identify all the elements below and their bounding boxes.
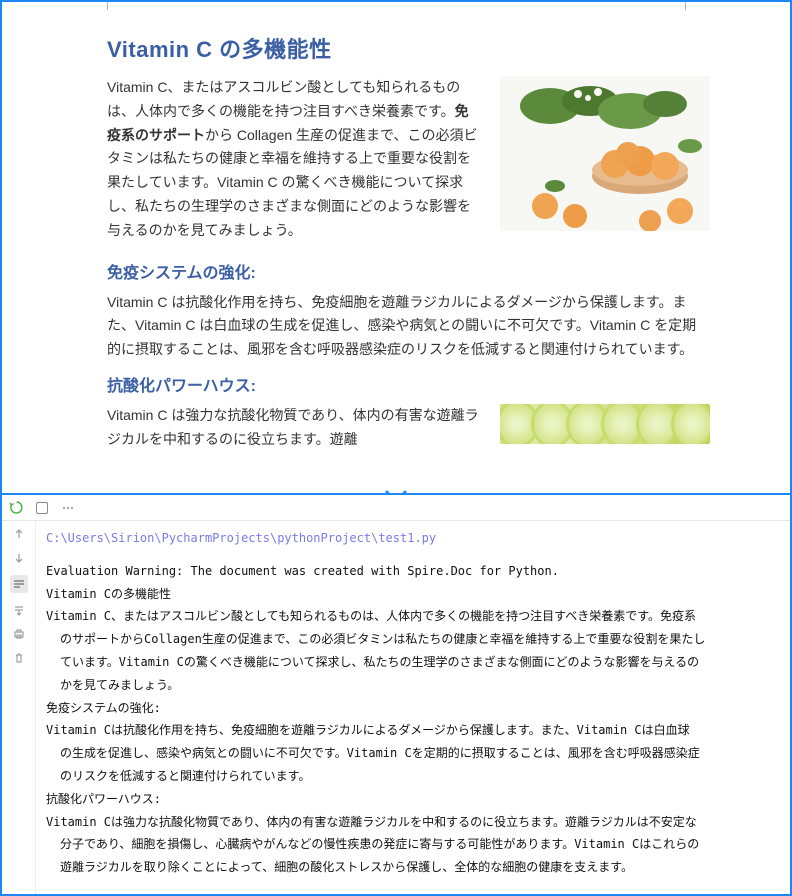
console-line: のリスクを低減すると関連付けられています。	[46, 765, 780, 788]
paragraph-antioxidant: Vitamin C は強力な抗酸化物質であり、体内の有害な遊離ラジカルを中和する…	[107, 404, 482, 452]
intro-text-1: Vitamin C、またはアスコルビン酸としても知られるものは、人体内で多くの機…	[107, 79, 460, 119]
console-toolbar	[2, 495, 790, 521]
console-line: 免疫システムの強化:	[46, 697, 780, 720]
console-line: Vitamin Cは強力な抗酸化物質であり、体内の有害な遊離ラジカルを中和するの…	[46, 811, 780, 834]
console-line: ています。Vitamin Cの驚くべき機能について探求し、私たちの生理学のさまざ…	[46, 651, 780, 674]
rerun-button[interactable]	[8, 500, 24, 516]
step-down-icon[interactable]	[12, 551, 26, 565]
stop-button[interactable]	[34, 500, 50, 516]
document-preview-panel: Vitamin C の多機能性 Vitamin C、またはアスコルビン酸としても…	[2, 2, 790, 495]
section-antioxidant: Vitamin C は強力な抗酸化物質であり、体内の有害な遊離ラジカルを中和する…	[107, 404, 710, 452]
soft-wrap-icon[interactable]	[10, 575, 28, 593]
console-panel: C:\Users\Sirion\PycharmProjects\pythonPr…	[2, 495, 790, 894]
panel-resize-handle[interactable]	[384, 489, 408, 495]
section-intro: Vitamin C、またはアスコルビン酸としても知られるものは、人体内で多くの機…	[107, 76, 710, 243]
console-line: 遊離ラジカルを取り除くことによって、細胞の酸化ストレスから保護し、全体的な細胞の…	[46, 856, 780, 879]
script-path: C:\Users\Sirion\PycharmProjects\pythonPr…	[46, 527, 780, 550]
citrus-image	[500, 404, 710, 444]
more-actions-button[interactable]	[60, 500, 76, 516]
console-line: Vitamin C、またはアスコルビン酸としても知られるものは、人体内で多くの機…	[46, 605, 780, 628]
console-gutter	[2, 521, 36, 894]
intro-text-2: から Collagen 生産の促進まで、この必須ビタミンは私たちの健康と幸福を維…	[107, 127, 477, 238]
console-output[interactable]: C:\Users\Sirion\PycharmProjects\pythonPr…	[36, 521, 790, 894]
console-body: C:\Users\Sirion\PycharmProjects\pythonPr…	[2, 521, 790, 894]
console-line: Vitamin Cは抗酸化作用を持ち、免疫細胞を遊離ラジカルによるダメージから保…	[46, 719, 780, 742]
page-margin-marker-right	[685, 2, 686, 10]
console-line: Evaluation Warning: The document was cre…	[46, 560, 780, 583]
page-margin-marker-left	[107, 2, 108, 10]
document-page: Vitamin C の多機能性 Vitamin C、またはアスコルビン酸としても…	[2, 2, 790, 478]
document-title: Vitamin C の多機能性	[107, 32, 710, 64]
step-up-icon[interactable]	[12, 527, 26, 541]
paragraph-immune: Vitamin C は抗酸化作用を持ち、免疫細胞を遊離ラジカルによるダメージから…	[107, 291, 710, 362]
print-icon[interactable]	[12, 627, 26, 641]
trash-icon[interactable]	[12, 651, 26, 665]
heading-antioxidant: 抗酸化パワーハウス:	[107, 372, 710, 396]
heading-immune: 免疫システムの強化:	[107, 259, 710, 283]
console-line: かを見てみましょう。	[46, 674, 780, 697]
fruit-illustration	[500, 76, 710, 231]
console-line: の生成を促進し、感染や病気との闘いに不可欠です。Vitamin Cを定期的に摂取…	[46, 742, 780, 765]
scroll-to-end-icon[interactable]	[12, 603, 26, 617]
console-line: Vitamin Cの多機能性	[46, 583, 780, 606]
console-line: 分子であり、細胞を損傷し、心臓病やがんなどの慢性疾患の発症に寄与する可能性があり…	[46, 833, 780, 856]
fruit-image	[500, 76, 710, 231]
intro-paragraph: Vitamin C、またはアスコルビン酸としても知られるものは、人体内で多くの機…	[107, 76, 482, 243]
console-line: 抗酸化パワーハウス:	[46, 788, 780, 811]
console-line: のサポートからCollagen生産の促進まで、この必須ビタミンは私たちの健康と幸…	[46, 628, 780, 651]
